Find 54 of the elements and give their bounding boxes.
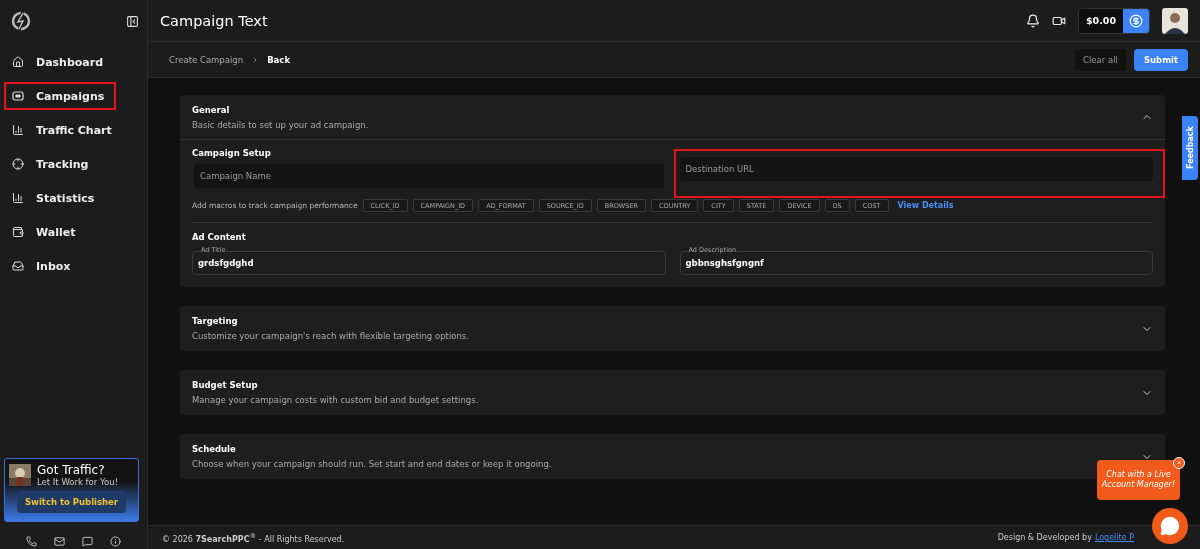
logo-icon <box>10 10 32 32</box>
dollar-icon <box>1129 13 1143 28</box>
credit-text: Design & Developed by <box>997 533 1092 542</box>
section-title: Budget Setup <box>192 380 259 390</box>
mail-icon[interactable] <box>54 536 66 547</box>
clear-all-button[interactable]: Clear all <box>1075 48 1126 71</box>
field-value: gbbnsghsfgngnf <box>685 258 764 268</box>
field-value: grdsfgdghd <box>198 258 254 268</box>
info-icon[interactable] <box>109 536 121 547</box>
section-subtitle: Choose when your campaign should run. Set start and end dates or keep it ongoing. <box>192 459 553 469</box>
input-field[interactable]: Destination URL <box>679 157 1153 181</box>
nav-item[interactable]: Dashboard <box>4 48 143 76</box>
balance-amount: $0.00 <box>1078 8 1123 33</box>
developer-link[interactable]: Logelite P <box>1094 533 1134 542</box>
nav-item[interactable]: Statistics <box>4 184 143 212</box>
nav-item[interactable]: Campaigns <box>4 82 116 110</box>
chart-icon <box>12 124 24 136</box>
section-title: Schedule <box>192 444 237 454</box>
section-subtitle: Customize your campaign's reach with flexible targeting options. <box>192 331 470 341</box>
target-icon <box>12 158 24 170</box>
home-icon <box>12 56 24 68</box>
inbox-icon <box>12 260 24 272</box>
nav-item[interactable]: Tracking <box>4 150 143 178</box>
section-title: General <box>192 104 231 115</box>
collapse-sidebar-icon[interactable] <box>126 14 139 28</box>
nav-item[interactable]: Inbox <box>4 252 143 280</box>
section-subtitle: Basic details to set up your ad campaign. <box>192 119 370 130</box>
nav-item[interactable]: Wallet <box>4 218 143 246</box>
nav-item[interactable]: Traffic Chart <box>4 116 143 144</box>
breadcrumb-link[interactable]: Create Campaign <box>169 54 244 65</box>
bell-icon[interactable] <box>1025 13 1040 28</box>
promo-subtitle: Let It Work for You! <box>37 477 119 487</box>
ad-icon <box>12 90 24 102</box>
subsection-title: Campaign Setup <box>192 148 272 158</box>
add-funds-button[interactable] <box>1123 8 1149 33</box>
phone-icon[interactable] <box>26 536 38 547</box>
subsection-title: Ad Content <box>192 232 247 242</box>
section-title: Targeting <box>192 316 239 326</box>
input-field[interactable]: Campaign Name <box>194 164 664 188</box>
chart-icon <box>12 192 24 204</box>
section-subtitle: Manage your campaign costs with custom bid and budget settings. <box>192 395 480 405</box>
breadcrumb-link[interactable]: Back <box>267 54 291 65</box>
chat-icon <box>1160 516 1180 536</box>
submit-button[interactable]: Submit <box>1133 48 1188 71</box>
avatar[interactable] <box>1162 7 1188 34</box>
switch-publisher-button[interactable]: Switch to Publisher <box>17 491 126 513</box>
wallet-icon <box>12 226 24 238</box>
promo-title: Got Traffic? <box>37 463 106 477</box>
copyright-text: © 2026 7SearchPPC$^{®}$ - All Rights Reserved. <box>162 531 345 544</box>
chat-icon[interactable] <box>81 536 93 547</box>
view-details-link[interactable]: View Details <box>897 201 954 210</box>
page-title: Campaign Text <box>160 12 269 29</box>
feedback-tab[interactable]: Feedback <box>1182 116 1198 180</box>
chat-launcher-button[interactable] <box>1152 508 1188 544</box>
